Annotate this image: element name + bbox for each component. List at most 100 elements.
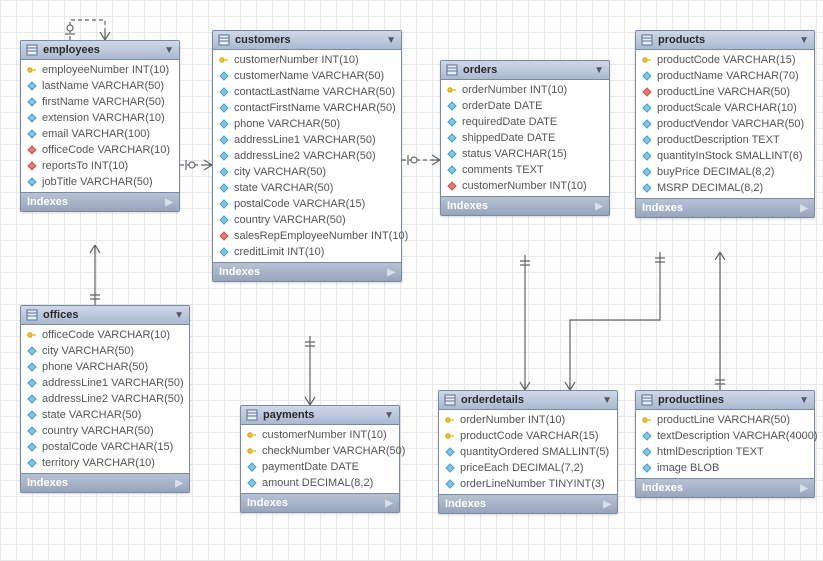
column-productlines-3[interactable]: image BLOB xyxy=(636,460,814,476)
column-employees-2[interactable]: firstName VARCHAR(50) xyxy=(21,94,179,110)
collapse-arrow-icon[interactable]: ▼ xyxy=(174,310,184,321)
column-customers-6[interactable]: addressLine2 VARCHAR(50) xyxy=(213,148,401,164)
collapse-arrow-icon[interactable]: ▼ xyxy=(164,45,174,56)
column-payments-1[interactable]: checkNumber VARCHAR(50) xyxy=(241,443,399,459)
table-employees[interactable]: employees▼employeeNumber INT(10)lastName… xyxy=(20,40,180,212)
column-products-1[interactable]: productName VARCHAR(70) xyxy=(636,68,814,84)
column-list: employeeNumber INT(10)lastName VARCHAR(5… xyxy=(21,60,179,192)
column-offices-4[interactable]: addressLine2 VARCHAR(50) xyxy=(21,391,189,407)
indexes-label: Indexes xyxy=(247,497,288,509)
column-employees-5[interactable]: officeCode VARCHAR(10) xyxy=(21,142,179,158)
column-customers-3[interactable]: contactFirstName VARCHAR(50) xyxy=(213,100,401,116)
column-productlines-0[interactable]: productLine VARCHAR(50) xyxy=(636,412,814,428)
column-employees-0[interactable]: employeeNumber INT(10) xyxy=(21,62,179,78)
collapse-arrow-icon[interactable]: ▼ xyxy=(384,410,394,421)
column-orderdetails-0[interactable]: orderNumber INT(10) xyxy=(439,412,617,428)
column-productlines-2[interactable]: htmlDescription TEXT xyxy=(636,444,814,460)
table-header[interactable]: payments▼ xyxy=(241,406,399,425)
column-orders-6[interactable]: customerNumber INT(10) xyxy=(441,178,609,194)
column-orders-2[interactable]: requiredDate DATE xyxy=(441,114,609,130)
column-payments-2[interactable]: paymentDate DATE xyxy=(241,459,399,475)
column-orderdetails-2[interactable]: quantityOrdered SMALLINT(5) xyxy=(439,444,617,460)
indexes-section[interactable]: Indexes▶ xyxy=(439,494,617,513)
table-header[interactable]: offices▼ xyxy=(21,306,189,325)
column-offices-1[interactable]: city VARCHAR(50) xyxy=(21,343,189,359)
column-products-2[interactable]: productLine VARCHAR(50) xyxy=(636,84,814,100)
table-customers[interactable]: customers▼ customerNumber INT(10)customer… xyxy=(212,30,402,282)
column-offices-3[interactable]: addressLine1 VARCHAR(50) xyxy=(21,375,189,391)
column-customers-2[interactable]: contactLastName VARCHAR(50) xyxy=(213,84,401,100)
column-offices-6[interactable]: country VARCHAR(50) xyxy=(21,423,189,439)
column-customers-8[interactable]: state VARCHAR(50) xyxy=(213,180,401,196)
column-products-4[interactable]: productVendor VARCHAR(50) xyxy=(636,116,814,132)
column-customers-12[interactable]: creditLimit INT(10) xyxy=(213,244,401,260)
column-offices-2[interactable]: phone VARCHAR(50) xyxy=(21,359,189,375)
column-products-0[interactable]: productCode VARCHAR(15) xyxy=(636,52,814,68)
indexes-section[interactable]: Indexes▶ xyxy=(636,198,814,217)
column-orders-4[interactable]: status VARCHAR(15) xyxy=(441,146,609,162)
column-payments-3[interactable]: amount DECIMAL(8,2) xyxy=(241,475,399,491)
table-header[interactable]: customers▼ xyxy=(213,31,401,50)
column-orderdetails-4[interactable]: orderLineNumber TINYINT(3) xyxy=(439,476,617,492)
column-orderdetails-1[interactable]: productCode VARCHAR(15) xyxy=(439,428,617,444)
collapse-arrow-icon[interactable]: ▼ xyxy=(799,35,809,46)
column-customers-0[interactable]: customerNumber INT(10) xyxy=(213,52,401,68)
column-offices-5[interactable]: state VARCHAR(50) xyxy=(21,407,189,423)
column-customers-10[interactable]: country VARCHAR(50) xyxy=(213,212,401,228)
column-products-8[interactable]: MSRP DECIMAL(8,2) xyxy=(636,180,814,196)
column-productlines-1[interactable]: textDescription VARCHAR(4000) xyxy=(636,428,814,444)
column-products-7[interactable]: buyPrice DECIMAL(8,2) xyxy=(636,164,814,180)
column-products-5[interactable]: productDescription TEXT xyxy=(636,132,814,148)
collapse-arrow-icon[interactable]: ▼ xyxy=(799,395,809,406)
table-products[interactable]: products▼ productCode VARCHAR(15) productN… xyxy=(635,30,815,218)
table-header[interactable]: productlines▼ xyxy=(636,391,814,410)
column-customers-4[interactable]: phone VARCHAR(50) xyxy=(213,116,401,132)
column-employees-3[interactable]: extension VARCHAR(10) xyxy=(21,110,179,126)
column-employees-4[interactable]: email VARCHAR(100) xyxy=(21,126,179,142)
table-orderdetails[interactable]: orderdetails▼ orderNumber INT(10)productC… xyxy=(438,390,618,514)
column-orders-1[interactable]: orderDate DATE xyxy=(441,98,609,114)
collapse-arrow-icon[interactable]: ▼ xyxy=(386,35,396,46)
indexes-section[interactable]: Indexes▶ xyxy=(241,493,399,512)
table-icon xyxy=(246,409,258,421)
column-label: city VARCHAR(50) xyxy=(234,166,326,178)
table-orders[interactable]: orders▼ orderNumber INT(10)orderDate DATE… xyxy=(440,60,610,216)
collapse-arrow-icon[interactable]: ▼ xyxy=(594,65,604,76)
column-employees-6[interactable]: reportsTo INT(10) xyxy=(21,158,179,174)
column-customers-9[interactable]: postalCode VARCHAR(15) xyxy=(213,196,401,212)
indexes-section[interactable]: Indexes▶ xyxy=(441,196,609,215)
column-customers-7[interactable]: city VARCHAR(50) xyxy=(213,164,401,180)
column-icon xyxy=(219,199,229,209)
column-customers-5[interactable]: addressLine1 VARCHAR(50) xyxy=(213,132,401,148)
column-employees-1[interactable]: lastName VARCHAR(50) xyxy=(21,78,179,94)
column-offices-7[interactable]: postalCode VARCHAR(15) xyxy=(21,439,189,455)
table-productlines[interactable]: productlines▼ productLine VARCHAR(50)text… xyxy=(635,390,815,498)
table-payments[interactable]: payments▼ customerNumber INT(10)checkNumb… xyxy=(240,405,400,513)
foreign-key-icon xyxy=(219,231,229,241)
table-header[interactable]: orderdetails▼ xyxy=(439,391,617,410)
column-label: productName VARCHAR(70) xyxy=(657,70,799,82)
collapse-arrow-icon[interactable]: ▼ xyxy=(602,395,612,406)
indexes-section[interactable]: Indexes▶ xyxy=(21,473,189,492)
column-orders-3[interactable]: shippedDate DATE xyxy=(441,130,609,146)
table-offices[interactable]: offices▼ officeCode VARCHAR(10)city VARCH… xyxy=(20,305,190,493)
table-header[interactable]: employees▼ xyxy=(21,41,179,60)
indexes-section[interactable]: Indexes▶ xyxy=(636,478,814,497)
column-customers-11[interactable]: salesRepEmployeeNumber INT(10) xyxy=(213,228,401,244)
column-payments-0[interactable]: customerNumber INT(10) xyxy=(241,427,399,443)
expand-arrow-icon: ▶ xyxy=(603,499,611,510)
indexes-section[interactable]: Indexes▶ xyxy=(21,192,179,211)
column-products-3[interactable]: productScale VARCHAR(10) xyxy=(636,100,814,116)
indexes-section[interactable]: Indexes▶ xyxy=(213,262,401,281)
column-employees-7[interactable]: jobTitle VARCHAR(50) xyxy=(21,174,179,190)
column-offices-8[interactable]: territory VARCHAR(10) xyxy=(21,455,189,471)
column-products-6[interactable]: quantityInStock SMALLINT(6) xyxy=(636,148,814,164)
column-orderdetails-3[interactable]: priceEach DECIMAL(7,2) xyxy=(439,460,617,476)
column-orders-0[interactable]: orderNumber INT(10) xyxy=(441,82,609,98)
column-customers-1[interactable]: customerName VARCHAR(50) xyxy=(213,68,401,84)
column-offices-0[interactable]: officeCode VARCHAR(10) xyxy=(21,327,189,343)
column-icon xyxy=(447,149,457,159)
table-header[interactable]: orders▼ xyxy=(441,61,609,80)
table-header[interactable]: products▼ xyxy=(636,31,814,50)
column-orders-5[interactable]: comments TEXT xyxy=(441,162,609,178)
